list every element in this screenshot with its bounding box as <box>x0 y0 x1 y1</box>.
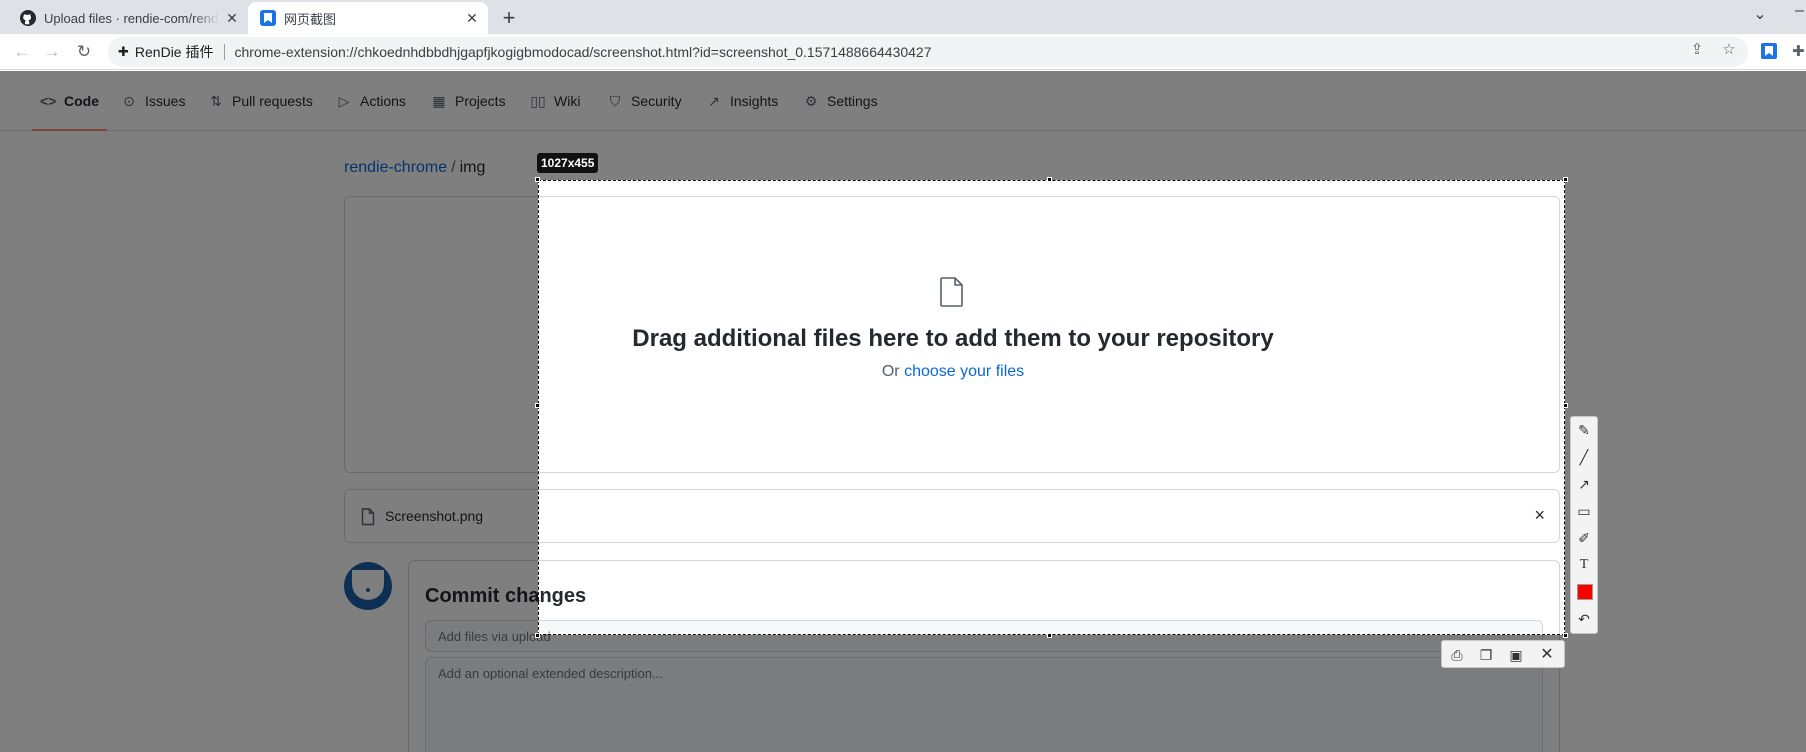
url-text: chrome-extension://chkoednhdbbdhjgapfjko… <box>234 44 932 60</box>
dim-overlay-top <box>0 71 1806 180</box>
resize-handle[interactable] <box>1563 633 1568 638</box>
line-icon[interactable]: ╱ <box>1574 446 1594 468</box>
extension-name: RenDie 插件 <box>134 44 214 60</box>
forward-icon[interactable]: → <box>40 40 64 64</box>
copy-icon[interactable]: ❐ <box>1475 644 1497 666</box>
highlighter-icon[interactable]: ✐ <box>1574 527 1594 549</box>
extensions-puzzle-icon[interactable]: ✚ <box>1792 42 1806 60</box>
resize-handle[interactable] <box>1047 177 1052 182</box>
extension-favicon-icon <box>260 10 276 26</box>
tab-strip: Upload files · rendie-com/rendie-chrome … <box>0 0 1806 34</box>
tab-search-chevron-icon[interactable]: ⌄ <box>1748 4 1772 28</box>
text-icon[interactable]: T <box>1574 554 1594 576</box>
print-icon[interactable]: ⎙ <box>1446 644 1468 666</box>
capture-selection[interactable] <box>535 177 1568 638</box>
pencil-icon[interactable]: ✎ <box>1574 419 1594 441</box>
resize-handle[interactable] <box>535 633 540 638</box>
rendie-extension-icon[interactable] <box>1760 42 1778 60</box>
resize-handle[interactable] <box>1047 633 1052 638</box>
puzzle-icon: ✚ <box>118 44 129 59</box>
dim-overlay-right <box>1565 180 1806 635</box>
color-swatch[interactable] <box>1577 584 1593 600</box>
github-icon <box>20 10 36 26</box>
omnibox-divider <box>223 44 225 60</box>
annotation-toolbar: ✎ ╱ ↗ ▭ ✐ T ↶ <box>1570 416 1598 634</box>
selection-size-badge: 1027x455 <box>537 153 599 173</box>
reload-icon[interactable]: ↻ <box>72 40 96 64</box>
close-icon[interactable]: ✕ <box>1536 644 1558 666</box>
bookmark-star-icon[interactable]: ☆ <box>1719 40 1739 60</box>
resize-handle[interactable] <box>1563 403 1568 408</box>
tab-close-icon[interactable]: ✕ <box>464 10 480 26</box>
new-tab-button[interactable]: + <box>496 6 522 32</box>
browser-toolbar: ← → ↻ ✚ RenDie 插件 chrome-extension://chk… <box>0 34 1806 70</box>
tab-screenshot[interactable]: 网页截图 ✕ <box>248 2 488 34</box>
arrow-icon[interactable]: ↗ <box>1574 473 1594 495</box>
tab-title: 网页截图 <box>284 11 337 27</box>
back-icon[interactable]: ← <box>10 40 34 64</box>
resize-handle[interactable] <box>1563 177 1568 182</box>
resize-handle[interactable] <box>535 403 540 408</box>
address-bar[interactable]: ✚ RenDie 插件 chrome-extension://chkoednhd… <box>108 37 1748 67</box>
tab-upload-files[interactable]: Upload files · rendie-com/rendie-chrome … <box>8 2 248 34</box>
extension-chip[interactable]: ✚ RenDie 插件 <box>118 42 214 62</box>
rectangle-icon[interactable]: ▭ <box>1574 500 1594 522</box>
save-icon[interactable]: ▣ <box>1505 644 1527 666</box>
capture-action-toolbar: ⎙ ❐ ▣ ✕ <box>1441 640 1565 668</box>
share-icon[interactable]: ⇪ <box>1687 40 1707 60</box>
minimize-icon[interactable]: – <box>1795 2 1804 20</box>
undo-icon[interactable]: ↶ <box>1574 608 1594 630</box>
resize-handle[interactable] <box>535 177 540 182</box>
dim-overlay-left <box>0 180 538 635</box>
tab-close-icon[interactable]: ✕ <box>224 10 240 26</box>
tab-title: Upload files · rendie-com/rendie-chrome <box>44 10 219 26</box>
